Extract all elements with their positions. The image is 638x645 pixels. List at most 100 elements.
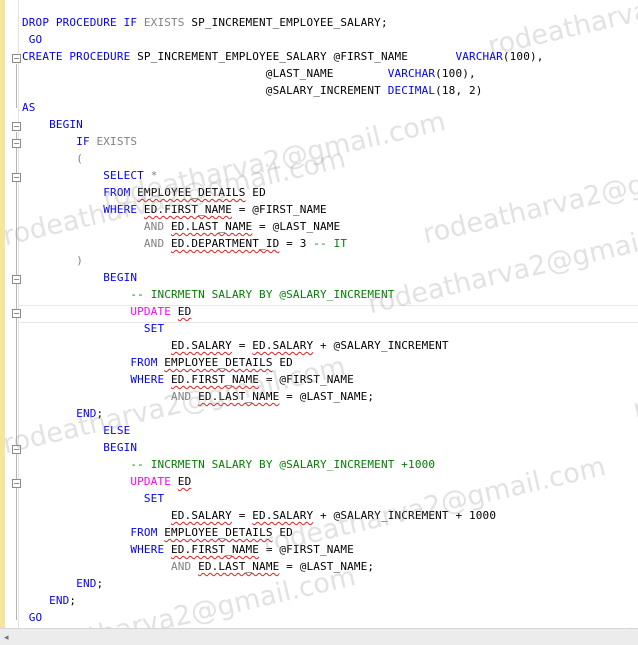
code-line[interactable]: GO: [22, 609, 42, 626]
code-token: + @SALARY_INCREMENT + 1000: [313, 509, 497, 522]
code-line[interactable]: ): [22, 252, 83, 269]
code-token: VARCHAR: [455, 50, 503, 63]
fold-toggle-icon[interactable]: −: [12, 173, 21, 182]
code-token: + @SALARY_INCREMENT: [313, 339, 449, 352]
code-token: =: [231, 509, 253, 522]
fold-toggle-icon[interactable]: −: [12, 139, 21, 148]
code-token: SET: [143, 492, 165, 505]
code-token: = @FIRST_NAME: [259, 543, 354, 556]
code-token: =: [231, 339, 253, 352]
code-token: = 3: [279, 237, 314, 250]
code-token: ;: [96, 577, 104, 590]
code-line[interactable]: AND ED.LAST_NAME = @LAST_NAME;: [22, 558, 374, 575]
fold-guide-line: [16, 132, 17, 620]
code-line[interactable]: AS: [22, 99, 36, 116]
code-line[interactable]: FROM EMPLOYEE_DETAILS ED: [22, 354, 293, 371]
code-line[interactable]: WHERE ED.FIRST_NAME = @FIRST_NAME: [22, 541, 354, 558]
code-identifier: ED.SALARY: [252, 339, 314, 352]
code-line[interactable]: CREATE PROCEDURE SP_INCREMENT_EMPLOYEE_S…: [22, 48, 544, 65]
code-line[interactable]: SET: [22, 320, 164, 337]
code-token: = @LAST_NAME;: [279, 390, 375, 403]
code-line[interactable]: AND ED.DEPARTMENT_ID = 3 -- IT: [22, 235, 347, 252]
code-token: FROM: [130, 526, 165, 539]
code-token: AND: [143, 237, 171, 250]
code-token: = @LAST_NAME: [252, 220, 341, 233]
horizontal-scrollbar[interactable]: ◂: [0, 628, 638, 645]
code-token: SP_INCREMENT_EMPLOYEE_SALARY @FIRST_NAME: [137, 50, 456, 63]
code-token: END: [76, 407, 97, 420]
code-token: ;: [96, 407, 104, 420]
code-comment: -- INCRMETN SALARY BY @SALARY_INCREMENT: [130, 288, 395, 301]
code-line[interactable]: @SALARY_INCREMENT DECIMAL(18, 2): [22, 82, 483, 99]
code-line[interactable]: @LAST_NAME VARCHAR(100),: [22, 65, 476, 82]
code-token: @LAST_NAME: [22, 67, 388, 80]
code-token: EXISTS: [143, 16, 185, 29]
code-token: = @FIRST_NAME: [231, 203, 327, 216]
code-line[interactable]: IF EXISTS: [22, 133, 137, 150]
code-line[interactable]: ED.SALARY = ED.SALARY + @SALARY_INCREMEN…: [22, 337, 449, 354]
code-token: BEGIN: [49, 118, 83, 131]
fold-guide-line: [16, 64, 17, 108]
code-token: WHERE: [130, 373, 172, 386]
code-line[interactable]: AND ED.LAST_NAME = @LAST_NAME;: [22, 388, 374, 405]
code-line[interactable]: WHERE ED.FIRST_NAME = @FIRST_NAME: [22, 371, 354, 388]
code-token: WHERE: [130, 543, 172, 556]
code-line[interactable]: UPDATE ED: [22, 473, 191, 490]
code-line[interactable]: END;: [22, 592, 76, 609]
code-token: ): [76, 254, 83, 267]
code-token: AS: [22, 101, 36, 114]
code-line[interactable]: SET: [22, 490, 164, 507]
code-line[interactable]: GO: [22, 31, 42, 48]
code-line[interactable]: BEGIN: [22, 116, 83, 133]
code-token: ED: [272, 356, 293, 369]
scroll-left-arrow-icon[interactable]: ◂: [4, 633, 9, 643]
code-line[interactable]: ELSE: [22, 422, 130, 439]
code-line[interactable]: -- INCRMETN SALARY BY @SALARY_INCREMENT …: [22, 456, 435, 473]
code-line[interactable]: END;: [22, 405, 103, 422]
code-identifier: ED.SALARY: [171, 339, 232, 352]
fold-toggle-icon[interactable]: −: [12, 275, 21, 284]
code-line[interactable]: (: [22, 150, 83, 167]
code-line[interactable]: UPDATE ED: [22, 303, 191, 320]
fold-toggle-icon[interactable]: −: [12, 54, 21, 63]
code-token: ED: [272, 526, 293, 539]
fold-toggle-icon[interactable]: −: [12, 309, 21, 318]
code-identifier: ED: [177, 305, 192, 318]
code-identifier: ED.FIRST_NAME: [171, 543, 260, 556]
sql-code-editor[interactable]: DROP PROCEDURE IF EXISTS SP_INCREMENT_EM…: [0, 0, 638, 645]
code-identifier: ED.SALARY: [171, 509, 232, 522]
code-line[interactable]: BEGIN: [22, 269, 137, 286]
code-line[interactable]: END;: [22, 575, 103, 592]
code-line[interactable]: FROM EMPLOYEE_DETAILS ED: [22, 184, 266, 201]
code-line[interactable]: -- INCRMETN SALARY BY @SALARY_INCREMENT: [22, 286, 395, 303]
code-line[interactable]: ED.SALARY = ED.SALARY + @SALARY_INCREMEN…: [22, 507, 496, 524]
code-line[interactable]: AND ED.LAST_NAME = @LAST_NAME: [22, 218, 340, 235]
code-line[interactable]: WHERE ED.FIRST_NAME = @FIRST_NAME: [22, 201, 327, 218]
code-line[interactable]: BEGIN: [22, 439, 137, 456]
code-line[interactable]: SELECT *: [22, 167, 157, 184]
code-line[interactable]: DROP PROCEDURE IF EXISTS SP_INCREMENT_EM…: [22, 14, 388, 31]
code-line[interactable]: FROM EMPLOYEE_DETAILS ED: [22, 524, 293, 541]
code-token: UPDATE: [130, 475, 172, 488]
code-identifier: EMPLOYEE_DETAILS: [164, 526, 273, 539]
fold-toggle-icon[interactable]: −: [12, 479, 21, 488]
code-identifier: ED.LAST_NAME: [198, 390, 280, 403]
watermark-text: rodeatharva2@gmail.com: [630, 316, 638, 426]
fold-toggle-icon[interactable]: −: [12, 122, 21, 131]
code-token: @SALARY_INCREMENT: [22, 84, 388, 97]
fold-toggle-icon[interactable]: −: [12, 445, 21, 454]
